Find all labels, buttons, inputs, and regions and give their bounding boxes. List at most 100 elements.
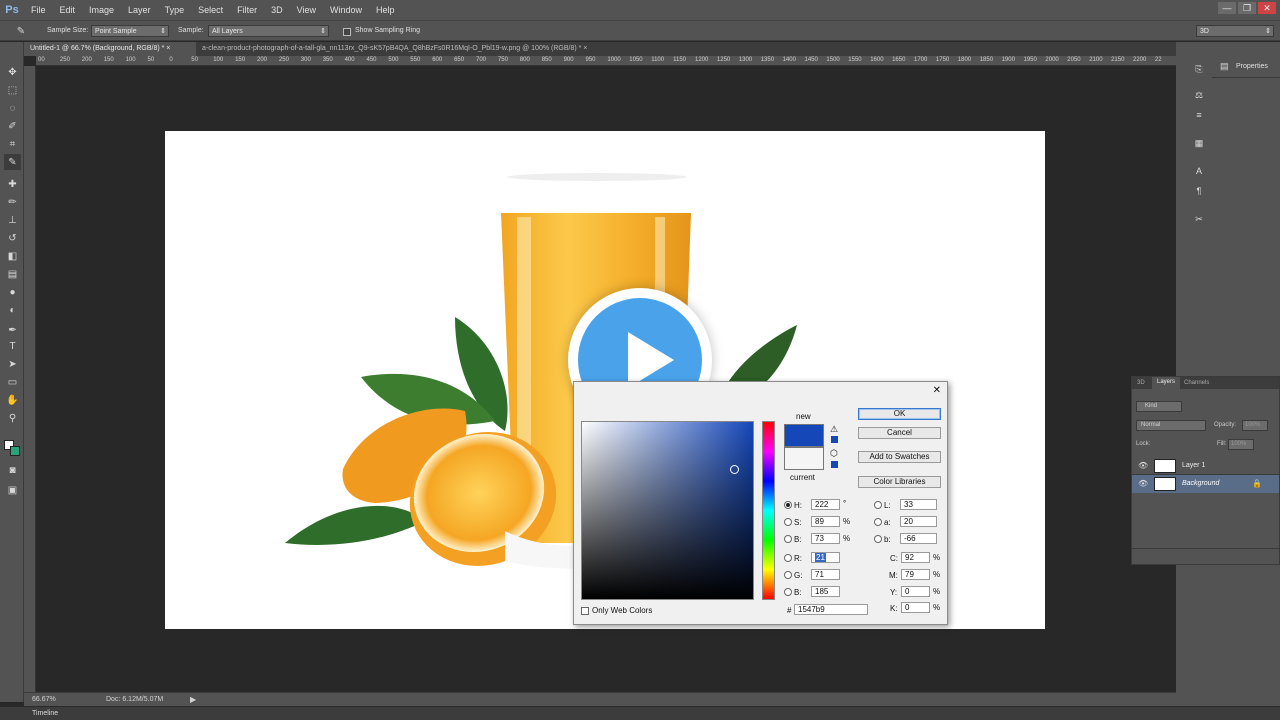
menu-layer[interactable]: Layer [121, 0, 158, 20]
web-safe-cube-icon[interactable]: ⬡ [830, 448, 838, 459]
hex-field[interactable]: 1547b9 [794, 604, 868, 615]
paragraph-panel-icon[interactable]: ¶ [1192, 184, 1206, 198]
color-libraries-button[interactable]: Color Libraries [858, 476, 941, 488]
tab-juice-photo[interactable]: a-clean-product-photograph-of-a-tall-gla… [196, 42, 636, 56]
hue-slider[interactable] [762, 421, 775, 600]
yellow-field[interactable]: 0 [901, 586, 930, 597]
dodge-tool-icon[interactable]: ◐ [4, 302, 21, 318]
brightness-field[interactable]: 73 [811, 533, 840, 544]
menu-help[interactable]: Help [369, 0, 402, 20]
hand-tool-icon[interactable]: ✋ [4, 392, 21, 408]
crop-tool-icon[interactable]: ⌗ [4, 136, 21, 152]
workspace-select[interactable]: 3D [1196, 25, 1274, 37]
green-radio[interactable] [784, 571, 792, 579]
zoom-tool-icon[interactable]: ⚲ [4, 410, 21, 426]
close-dialog-icon[interactable]: ✕ [933, 385, 941, 396]
tab-channels[interactable]: Channels [1184, 380, 1209, 386]
eyedropper-icon[interactable]: ✎ [14, 25, 28, 37]
out-of-gamut-warning-icon[interactable]: ⚠ [830, 424, 838, 435]
red-field[interactable]: 21 [811, 552, 840, 563]
menu-view[interactable]: View [290, 0, 323, 20]
eraser-tool-icon[interactable]: ◧ [4, 248, 21, 264]
sample-select[interactable]: All Layers [208, 25, 329, 37]
marquee-tool-icon[interactable]: ⬚ [4, 82, 21, 98]
close-tab-icon[interactable]: × [166, 45, 170, 52]
styles-panel-icon[interactable]: ≡ [1192, 108, 1206, 122]
menu-file[interactable]: File [24, 0, 53, 20]
clone-stamp-icon[interactable]: ⊥ [4, 212, 21, 228]
quick-mask-icon[interactable]: ◙ [4, 462, 21, 478]
status-menu-arrow-icon[interactable]: ▶ [190, 695, 196, 704]
visibility-eye-icon[interactable]: 👁 [1138, 479, 1148, 488]
fill-field[interactable]: 100% [1228, 439, 1254, 450]
screen-mode-icon[interactable]: ▣ [4, 482, 21, 498]
brush-tool-icon[interactable]: ✏ [4, 194, 21, 210]
layer-name[interactable]: Background [1182, 480, 1219, 487]
saturation-field[interactable]: 89 [811, 516, 840, 527]
tab-layers[interactable]: Layers [1152, 377, 1181, 389]
menu-window[interactable]: Window [323, 0, 369, 20]
path-select-icon[interactable]: ➤ [4, 356, 21, 372]
pen-tool-icon[interactable]: ✒ [4, 322, 21, 338]
blend-mode-select[interactable]: Normal [1136, 420, 1206, 431]
history-panel-icon[interactable]: ⎘ [1192, 62, 1206, 76]
adjustments-panel-icon[interactable]: ⚖ [1192, 88, 1206, 102]
timeline-panel[interactable]: Timeline [0, 706, 1280, 720]
history-brush-icon[interactable]: ↺ [4, 230, 21, 246]
a-channel-radio[interactable] [874, 518, 882, 526]
minimize-button[interactable]: — [1218, 2, 1236, 14]
close-tab-icon[interactable]: × [583, 45, 587, 52]
menu-select[interactable]: Select [191, 0, 230, 20]
menu-image[interactable]: Image [82, 0, 121, 20]
lasso-tool-icon[interactable]: ◌ [4, 100, 21, 116]
menu-type[interactable]: Type [158, 0, 192, 20]
layer-comps-icon[interactable]: ▦ [1192, 136, 1206, 150]
cancel-button[interactable]: Cancel [858, 427, 941, 439]
type-tool-icon[interactable]: T [4, 338, 21, 354]
character-panel-icon[interactable]: A [1192, 164, 1206, 178]
eyedropper-tool-icon[interactable]: ✎ [4, 154, 21, 170]
web-safe-color-swatch[interactable] [831, 461, 838, 468]
tab-untitled-1[interactable]: Untitled-1 @ 66.7% (Background, RGB/8) *… [24, 42, 196, 56]
show-sampling-ring-checkbox[interactable] [343, 26, 351, 36]
saturation-radio[interactable] [784, 518, 792, 526]
sample-size-select[interactable]: Point Sample [91, 25, 169, 37]
cyan-field[interactable]: 92 [901, 552, 930, 563]
a-channel-field[interactable]: 20 [900, 516, 937, 527]
tool-presets-icon[interactable]: ✂ [1192, 212, 1206, 226]
add-to-swatches-button[interactable]: Add to Swatches [858, 451, 941, 463]
blur-tool-icon[interactable]: ● [4, 284, 21, 300]
menu-3d[interactable]: 3D [264, 0, 290, 20]
zoom-level[interactable]: 66.67% [32, 696, 56, 703]
layer-filter-kind[interactable]: Kind [1136, 401, 1182, 412]
hue-radio[interactable] [784, 501, 792, 509]
green-field[interactable]: 71 [811, 569, 840, 580]
current-color-swatch[interactable] [784, 447, 824, 470]
lightness-radio[interactable] [874, 501, 882, 509]
gamut-color-swatch[interactable] [831, 436, 838, 443]
red-radio[interactable] [784, 554, 792, 562]
close-window-button[interactable]: ✕ [1258, 2, 1276, 14]
move-tool-icon[interactable]: ✥ [4, 64, 21, 80]
menu-filter[interactable]: Filter [230, 0, 264, 20]
layer-row[interactable]: 👁 Layer 1 [1132, 457, 1279, 475]
black-field[interactable]: 0 [901, 602, 930, 613]
menu-edit[interactable]: Edit [53, 0, 83, 20]
lightness-field[interactable]: 33 [900, 499, 937, 510]
b-channel-radio[interactable] [874, 535, 882, 543]
healing-brush-icon[interactable]: ✚ [4, 176, 21, 192]
brightness-radio[interactable] [784, 535, 792, 543]
background-color-swatch[interactable] [10, 446, 20, 456]
blue-radio[interactable] [784, 588, 792, 596]
opacity-field[interactable]: 100% [1242, 420, 1268, 431]
only-web-colors-checkbox[interactable] [581, 605, 589, 615]
properties-panel-tab[interactable]: ▤ Properties [1212, 56, 1280, 78]
layer-name[interactable]: Layer 1 [1182, 462, 1205, 469]
visibility-eye-icon[interactable]: 👁 [1138, 461, 1148, 470]
tab-3d[interactable]: 3D [1137, 380, 1145, 386]
magenta-field[interactable]: 79 [901, 569, 930, 580]
color-field-cursor[interactable] [730, 465, 739, 474]
layer-row-selected[interactable]: 👁 Background 🔒 [1132, 475, 1279, 493]
shape-tool-icon[interactable]: ▭ [4, 374, 21, 390]
blue-field[interactable]: 185 [811, 586, 840, 597]
